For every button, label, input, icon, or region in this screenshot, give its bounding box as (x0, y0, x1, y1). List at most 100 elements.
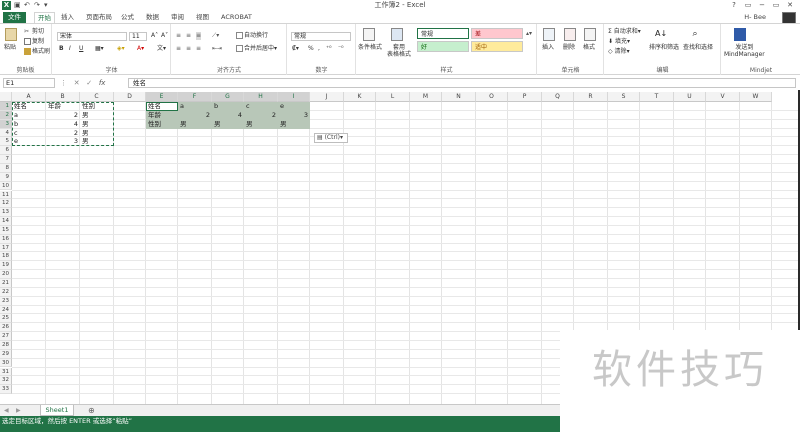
tab-data[interactable]: 数据 (143, 12, 162, 23)
style-neutral[interactable]: 适中 (471, 41, 523, 52)
insert-cells-icon[interactable] (543, 28, 555, 41)
format-as-table-icon[interactable] (391, 28, 403, 41)
insert-cells-button[interactable]: 插入 (542, 44, 554, 52)
align-left-icon[interactable]: ≡ (176, 45, 181, 53)
row-header-13[interactable]: 13 (0, 208, 12, 218)
format-cells-icon[interactable] (584, 28, 596, 41)
align-top-icon[interactable]: ≡ (176, 32, 181, 40)
italic-button[interactable]: I (69, 45, 71, 53)
column-header-I[interactable]: I (278, 92, 310, 102)
row-header-25[interactable]: 25 (0, 314, 12, 324)
row-header-3[interactable]: 3 (0, 119, 12, 129)
copy-button[interactable]: 复制 (24, 38, 44, 46)
row-header-1[interactable]: 1 (0, 102, 12, 111)
user-name[interactable]: H- Bee (744, 13, 766, 22)
transposed_cells-cell[interactable]: 姓名 (146, 102, 178, 111)
row-header-27[interactable]: 27 (0, 332, 12, 341)
transposed_cells-cell[interactable]: c (244, 102, 278, 111)
orientation-icon[interactable]: ⟋▾ (212, 32, 219, 40)
paste-options-button[interactable]: ▤ (Ctrl)▾ (314, 133, 348, 143)
tab-view[interactable]: 视图 (193, 12, 212, 23)
align-center-icon[interactable]: ≡ (186, 45, 191, 53)
style-bad[interactable]: 差 (471, 28, 523, 39)
column-header-M[interactable]: M (410, 92, 442, 102)
restore-button[interactable]: ▭ (770, 0, 782, 11)
transposed_cells-cell[interactable]: 4 (212, 111, 244, 120)
column-header-F[interactable]: F (178, 92, 212, 102)
wrap-text-button[interactable]: 自动换行 (236, 32, 268, 40)
transposed_cells-cell[interactable]: 2 (244, 111, 278, 120)
row-header-14[interactable]: 14 (0, 217, 12, 226)
style-normal[interactable]: 常规 (417, 28, 469, 39)
row-header-5[interactable]: 5 (0, 137, 12, 147)
row-header-10[interactable]: 10 (0, 181, 12, 191)
column-header-B[interactable]: B (46, 92, 80, 102)
close-button[interactable]: ✕ (784, 0, 796, 11)
send-to-mindmanager-button[interactable]: 发送到 MindManager (724, 44, 765, 58)
column-header-T[interactable]: T (640, 92, 674, 102)
prev-sheet-icon[interactable]: ◀ (4, 407, 9, 415)
transposed_cells-cell[interactable]: 年龄 (146, 111, 178, 120)
column-header-S[interactable]: S (608, 92, 640, 102)
column-header-D[interactable]: D (114, 92, 146, 102)
tab-file[interactable]: 文件 (3, 12, 26, 23)
column-header-L[interactable]: L (376, 92, 410, 102)
column-header-Q[interactable]: Q (542, 92, 574, 102)
font-size-select[interactable]: 11 (129, 32, 147, 41)
align-middle-icon[interactable]: ≡ (186, 32, 191, 40)
column-header-V[interactable]: V (706, 92, 740, 102)
decrease-decimal-icon[interactable]: ⁻⁰ (338, 45, 344, 53)
style-good[interactable]: 好 (417, 41, 469, 52)
row-header-29[interactable]: 29 (0, 349, 12, 359)
transposed_cells-cell[interactable]: 性别 (146, 120, 178, 129)
transposed_cells-cell[interactable]: 男 (244, 120, 278, 129)
row-header-17[interactable]: 17 (0, 243, 12, 253)
column-header-A[interactable]: A (12, 92, 46, 102)
delete-cells-icon[interactable] (564, 28, 576, 41)
row-header-6[interactable]: 6 (0, 146, 12, 156)
font-color-icon[interactable]: A▾ (137, 45, 144, 53)
tab-insert[interactable]: 插入 (58, 12, 77, 23)
indent-icon[interactable]: ⇤⇥ (212, 45, 222, 53)
transposed_cells-cell[interactable]: 男 (178, 120, 212, 129)
column-header-O[interactable]: O (476, 92, 508, 102)
row-header-18[interactable]: 18 (0, 252, 12, 262)
border-icon[interactable]: ▦▾ (95, 45, 104, 53)
column-header-R[interactable]: R (574, 92, 608, 102)
phonetic-icon[interactable]: 文▾ (157, 45, 166, 53)
grow-font-button[interactable]: A˄ (151, 32, 158, 40)
row-header-12[interactable]: 12 (0, 199, 12, 209)
transposed_cells-cell[interactable]: 3 (278, 111, 310, 120)
row-header-24[interactable]: 24 (0, 305, 12, 315)
underline-button[interactable]: U (79, 45, 83, 53)
column-header-G[interactable]: G (212, 92, 244, 102)
transposed_cells-cell[interactable]: b (212, 102, 244, 111)
column-header-W[interactable]: W (740, 92, 772, 102)
paste-button[interactable]: 粘贴 (4, 44, 16, 52)
row-header-30[interactable]: 30 (0, 358, 12, 368)
row-header-8[interactable]: 8 (0, 163, 12, 173)
row-header-4[interactable]: 4 (0, 128, 12, 138)
conditional-format-icon[interactable] (363, 28, 375, 41)
transposed_cells-cell[interactable]: a (178, 102, 212, 111)
column-header-C[interactable]: C (80, 92, 114, 102)
row-header-23[interactable]: 23 (0, 296, 12, 306)
row-header-20[interactable]: 20 (0, 270, 12, 279)
column-header-E[interactable]: E (146, 92, 178, 102)
format-cells-button[interactable]: 格式 (583, 44, 595, 52)
insert-function-icon[interactable]: fx (99, 79, 106, 87)
transposed_cells-cell[interactable]: 2 (178, 111, 212, 120)
add-sheet-button[interactable]: ⊕ (88, 407, 95, 415)
minimize-button[interactable]: − (756, 0, 768, 11)
bold-button[interactable]: B (59, 45, 64, 53)
row-header-7[interactable]: 7 (0, 155, 12, 164)
tab-formulas[interactable]: 公式 (118, 12, 137, 23)
sort-filter-button[interactable]: 排序和筛选 (649, 44, 679, 52)
row-header-26[interactable]: 26 (0, 323, 12, 333)
row-header-19[interactable]: 19 (0, 261, 12, 271)
row-header-2[interactable]: 2 (0, 110, 12, 120)
shrink-font-button[interactable]: A˅ (161, 32, 168, 40)
formula-input[interactable]: 姓名 (128, 78, 796, 88)
align-bottom-icon[interactable]: ≡ (196, 32, 202, 40)
tab-page-layout[interactable]: 页面布局 (83, 12, 115, 23)
